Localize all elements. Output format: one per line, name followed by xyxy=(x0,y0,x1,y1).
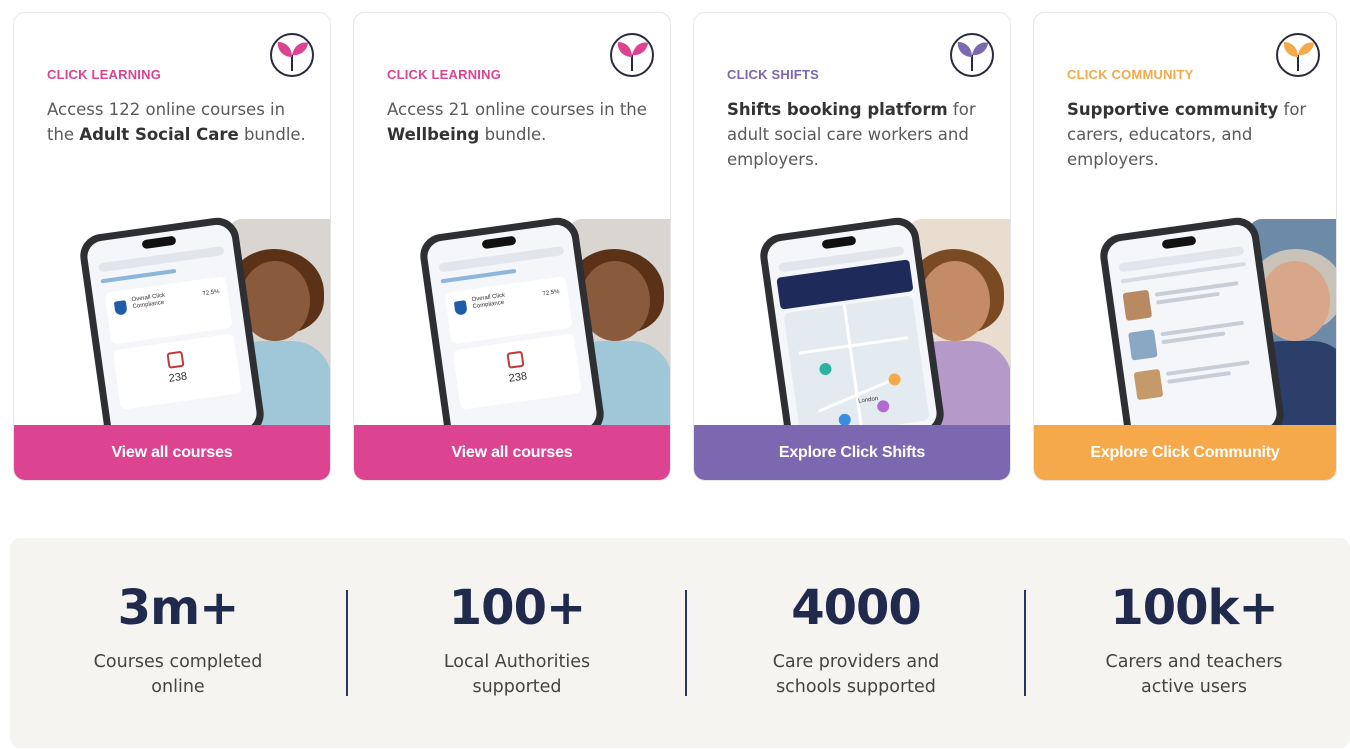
stat-label: Local Authorities supported xyxy=(443,652,591,697)
stat-active-users: 100k+ Carers and teachers active users xyxy=(1034,578,1350,700)
view-all-courses-button[interactable]: View all courses xyxy=(354,425,670,480)
stats-banner: 3m+ Courses completed online 100+ Local A… xyxy=(10,538,1350,748)
stat-value: 100k+ xyxy=(1110,580,1278,636)
card-eyebrow: CLICK LEARNING xyxy=(47,67,162,82)
stat-divider xyxy=(685,590,687,696)
phone-mockup: London xyxy=(757,214,947,427)
explore-click-community-button[interactable]: Explore Click Community xyxy=(1034,425,1336,480)
app-mockup-image: Overall Click Compliance 72.5% 238 xyxy=(354,213,670,427)
stat-label: Carers and teachers active users xyxy=(1105,652,1283,697)
card-click-community: CLICK COMMUNITY Supportive community for… xyxy=(1033,12,1337,481)
card-eyebrow: CLICK COMMUNITY xyxy=(1067,67,1194,82)
card-description: Shifts booking platform for adult social… xyxy=(727,100,976,169)
stat-divider xyxy=(1024,590,1026,696)
sprout-logo-icon xyxy=(950,33,994,77)
sprout-logo-icon xyxy=(270,33,314,77)
stat-label: Care providers and schools supported xyxy=(772,652,940,697)
card-description: Access 21 online courses in the Wellbein… xyxy=(387,100,647,144)
phone-mockup: Overall Click Compliance 72.5% 238 xyxy=(417,214,607,427)
stat-courses-completed: 3m+ Courses completed online xyxy=(18,578,338,700)
stat-divider xyxy=(346,590,348,696)
card-click-learning-adult-social-care: CLICK LEARNING Access 122 online courses… xyxy=(13,12,331,481)
stat-value: 4000 xyxy=(791,580,922,636)
card-click-learning-wellbeing: CLICK LEARNING Access 21 online courses … xyxy=(353,12,671,481)
stat-care-providers: 4000 Care providers and schools supported xyxy=(696,578,1016,700)
card-click-shifts: CLICK SHIFTS Shifts booking platform for… xyxy=(693,12,1011,481)
app-mockup-image: London xyxy=(694,213,1010,427)
card-description: Supportive community for carers, educato… xyxy=(1067,100,1307,169)
phone-mockup xyxy=(1097,214,1287,427)
card-description: Access 122 online courses in the Adult S… xyxy=(47,100,306,144)
card-eyebrow: CLICK LEARNING xyxy=(387,67,502,82)
stat-value: 100+ xyxy=(448,580,586,636)
stat-value: 3m+ xyxy=(117,580,240,636)
product-cards: CLICK LEARNING Access 122 online courses… xyxy=(13,12,1337,482)
stat-label: Courses completed online xyxy=(93,652,263,697)
sprout-logo-icon xyxy=(1276,33,1320,77)
stat-local-authorities: 100+ Local Authorities supported xyxy=(357,578,677,700)
app-mockup-image xyxy=(1034,213,1336,427)
card-eyebrow: CLICK SHIFTS xyxy=(727,67,819,82)
view-all-courses-button[interactable]: View all courses xyxy=(14,425,330,480)
app-mockup-image: Overall Click Compliance 72.5% 238 xyxy=(14,213,330,427)
explore-click-shifts-button[interactable]: Explore Click Shifts xyxy=(694,425,1010,480)
sprout-logo-icon xyxy=(610,33,654,77)
phone-mockup: Overall Click Compliance 72.5% 238 xyxy=(77,214,267,427)
